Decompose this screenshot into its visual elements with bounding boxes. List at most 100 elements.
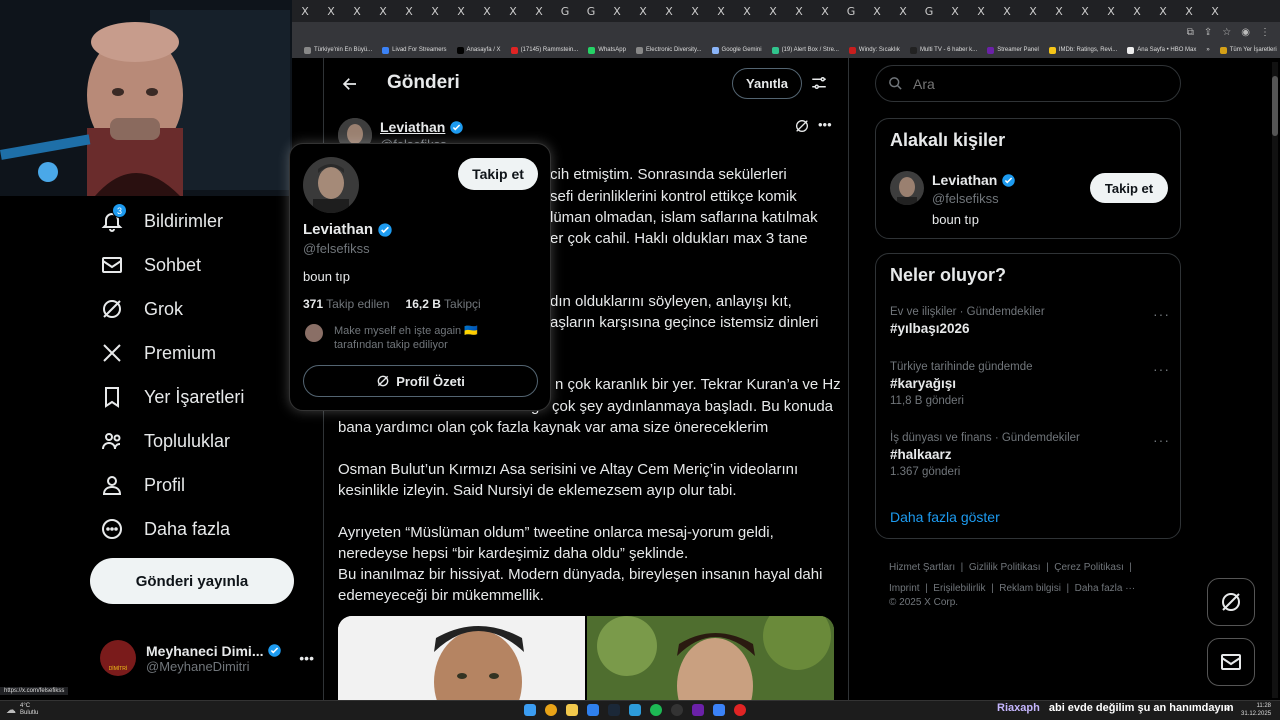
browser-tab[interactable]: X	[630, 0, 656, 22]
app-icon[interactable]	[629, 704, 641, 716]
nav-communities[interactable]: Topluluklar	[100, 421, 230, 461]
obs-icon[interactable]	[671, 704, 683, 716]
browser-tab[interactable]: X	[422, 0, 448, 22]
scrollbar-thumb[interactable]	[1272, 76, 1278, 136]
browser-tab[interactable]: X	[1098, 0, 1124, 22]
browser-tab[interactable]: X	[786, 0, 812, 22]
footer-link[interactable]: Erişilebilirlik	[933, 583, 985, 594]
browser-tab[interactable]: X	[1124, 0, 1150, 22]
related-avatar[interactable]	[890, 171, 924, 205]
app-icon[interactable]	[713, 704, 725, 716]
bookmark-item[interactable]: Electronic Diversity...	[635, 46, 702, 54]
bookmark-item[interactable]: Livad For Streamers	[382, 46, 447, 54]
show-more-link[interactable]: Daha fazla göster	[890, 509, 1000, 525]
menu-icon[interactable]: ⋮	[1260, 27, 1270, 38]
hovercard-name-row[interactable]: Leviathan	[303, 221, 393, 238]
star-icon[interactable]: ☆	[1222, 27, 1231, 38]
clock[interactable]: 11:28 31.12.2025	[1241, 702, 1271, 718]
browser-tab[interactable]: X	[448, 0, 474, 22]
bookmark-item[interactable]: Türkiye'nin En Büyü...	[304, 46, 372, 54]
bookmark-item[interactable]: Google Gemini	[711, 46, 762, 54]
bookmark-item[interactable]: (19) Alert Box / Stre...	[771, 46, 839, 54]
tweet-media[interactable]	[338, 616, 834, 700]
nav-notifications[interactable]: 3 Bildirimler	[100, 201, 223, 241]
nav-bookmarks[interactable]: Yer İşaretleri	[100, 377, 244, 417]
bookmark-item[interactable]: Anasayfa / X	[456, 46, 501, 54]
related-name[interactable]: Leviathan	[932, 172, 997, 188]
extensions-icon[interactable]: ⧉	[1187, 27, 1194, 38]
browser-tab[interactable]: X	[656, 0, 682, 22]
bookmark-item[interactable]: Tüm Yer İşaretleri	[1219, 46, 1277, 54]
browser-tab[interactable]: X	[1072, 0, 1098, 22]
nav-profile[interactable]: Profil	[100, 465, 185, 505]
grok-explain-icon[interactable]	[794, 118, 810, 139]
bookmark-item[interactable]: Windy: Sıcaklık	[848, 46, 900, 54]
chevron-right-icon[interactable]: »	[1206, 47, 1209, 53]
browser-tab[interactable]: X	[812, 0, 838, 22]
hovercard-avatar[interactable]	[303, 157, 359, 213]
browser-tab[interactable]: X	[344, 0, 370, 22]
related-follow-button[interactable]: Takip et	[1090, 173, 1168, 203]
nav-premium[interactable]: Premium	[100, 333, 216, 373]
browser-tab[interactable]: G	[916, 0, 942, 22]
following-stat[interactable]: 371 Takip edilen	[303, 297, 390, 311]
author-name-row[interactable]: Leviathan	[380, 119, 464, 135]
nav-more[interactable]: Daha fazla	[100, 509, 230, 549]
browser-tab[interactable]: X	[994, 0, 1020, 22]
share-icon[interactable]: ⇪	[1204, 27, 1212, 38]
grok-floating-button[interactable]	[1207, 578, 1255, 626]
trend-more-icon[interactable]: ···	[1153, 361, 1170, 377]
author-name[interactable]: Leviathan	[380, 119, 445, 135]
browser-tab[interactable]: X	[370, 0, 396, 22]
browser-tab[interactable]: X	[734, 0, 760, 22]
app-icon[interactable]	[734, 704, 746, 716]
browser-tab[interactable]: X	[1046, 0, 1072, 22]
app-icon[interactable]	[692, 704, 704, 716]
browser-tab[interactable]: X	[292, 0, 318, 22]
more-options-icon[interactable]: •••	[818, 117, 832, 132]
browser-tab[interactable]: X	[1202, 0, 1228, 22]
trend-item[interactable]: İş dünyası ve finans · Gündemdekiler #ha…	[890, 432, 1170, 478]
browser-tab[interactable]: X	[396, 0, 422, 22]
filter-settings-icon[interactable]	[810, 74, 828, 97]
browser-tab[interactable]: X	[890, 0, 916, 22]
hovercard-name[interactable]: Leviathan	[303, 221, 373, 238]
browser-tab[interactable]: X	[942, 0, 968, 22]
nav-messages[interactable]: Sohbet	[100, 245, 201, 285]
browser-tab[interactable]: X	[604, 0, 630, 22]
reply-button[interactable]: Yanıtla	[732, 68, 802, 99]
footer-link[interactable]: Daha fazla ···	[1075, 583, 1136, 594]
footer-link[interactable]: Reklam bilgisi	[999, 583, 1061, 594]
footer-link[interactable]: Çerez Politikası	[1054, 562, 1123, 573]
tweet-image-left[interactable]	[338, 616, 585, 700]
followers-stat[interactable]: 16,2 B Takipçi	[406, 297, 481, 311]
search-bar[interactable]	[875, 65, 1181, 102]
related-name-row[interactable]: Leviathan	[932, 172, 1016, 188]
hovercard-follow-button[interactable]: Takip et	[458, 158, 538, 190]
footer-link[interactable]: Gizlilik Politikası	[969, 562, 1041, 573]
browser-tab[interactable]: X	[760, 0, 786, 22]
bookmark-item[interactable]: (17145) Rammstein...	[510, 46, 578, 54]
trend-more-icon[interactable]: ···	[1153, 306, 1170, 322]
trend-more-icon[interactable]: ···	[1153, 432, 1170, 448]
browser-tab[interactable]: G	[552, 0, 578, 22]
chrome-icon[interactable]	[545, 704, 557, 716]
browser-tab[interactable]: X	[1020, 0, 1046, 22]
windows-start-icon[interactable]	[524, 704, 536, 716]
browser-tab[interactable]: X	[500, 0, 526, 22]
weather-widget[interactable]: ☁ 4°C Bulutlu	[6, 703, 38, 717]
network-icon[interactable]: ▭	[1212, 704, 1220, 713]
browser-tab[interactable]: X	[682, 0, 708, 22]
browser-tab[interactable]: X	[708, 0, 734, 22]
footer-link[interactable]: Imprint	[889, 583, 920, 594]
footer-link[interactable]: Hizmet Şartları	[889, 562, 955, 573]
messages-floating-button[interactable]	[1207, 638, 1255, 686]
spotify-icon[interactable]	[650, 704, 662, 716]
file-explorer-icon[interactable]	[566, 704, 578, 716]
browser-tab[interactable]: G	[578, 0, 604, 22]
bookmark-item[interactable]: IMDb: Ratings, Revi...	[1048, 46, 1117, 54]
account-switcher[interactable]: DİMİTRİ Meyhaneci Dimi... @MeyhaneDimitr…	[100, 636, 314, 680]
browser-tab[interactable]: X	[1176, 0, 1202, 22]
follower-avatar[interactable]	[305, 324, 323, 342]
browser-tab[interactable]: X	[318, 0, 344, 22]
